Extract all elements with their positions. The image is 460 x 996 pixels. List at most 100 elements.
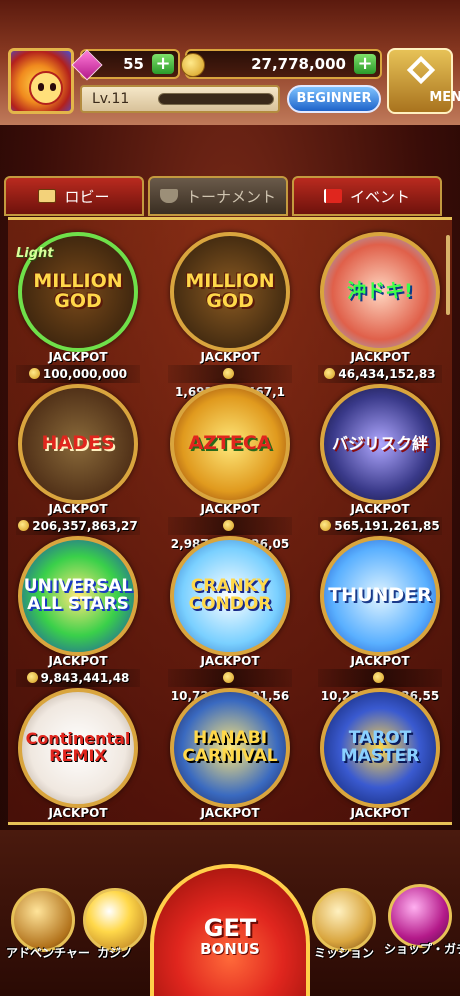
jackpot-label: JACKPOT (200, 350, 260, 364)
jackpot-label: JACKPOT (200, 502, 260, 516)
game-tile[interactable]: HANABI CARNIVAL JACKPOT (166, 688, 294, 822)
jackpot-value: 10,273,615,36,55 (318, 669, 442, 703)
game-title: TAROT MASTER (340, 728, 420, 766)
game-title: MILLION GOD (33, 270, 123, 312)
level-indicator: Lv.11 (80, 85, 280, 113)
game-icon[interactable]: TAROT MASTER (320, 688, 440, 808)
slot-machine-icon (38, 189, 57, 203)
nav-casino-label: カジノ (97, 946, 133, 960)
game-tile[interactable]: 沖ドキ! JACKPOT 46,434,152,83 (316, 232, 444, 383)
coin-icon (320, 520, 332, 531)
jackpot-value: 1,693,514,467,1 (168, 365, 292, 399)
game-tile[interactable]: バジリスク絆 JACKPOT 565,191,261,85 (316, 384, 444, 535)
gem-icon (71, 49, 103, 81)
game-tile[interactable]: HADES JACKPOT 206,357,863,27 (14, 384, 142, 535)
tab-lobby[interactable]: ロビー (4, 176, 144, 216)
jackpot-value: 46,434,152,83 (318, 365, 442, 383)
get-bonus-button[interactable]: GET BONUS (150, 864, 310, 996)
game-icon[interactable]: HANABI CARNIVAL (170, 688, 290, 808)
game-icon[interactable]: Continental REMIX (18, 688, 138, 808)
tab-tournament[interactable]: トーナメント (148, 176, 288, 216)
jackpot-value: 100,000,000 (16, 365, 140, 383)
game-icon[interactable]: CRANKY CONDOR (170, 536, 290, 656)
game-icon[interactable]: AZTECA (170, 384, 290, 504)
game-icon[interactable]: UNIVERSAL ALL STARS (18, 536, 138, 656)
scroll-icon (312, 888, 376, 952)
nav-casino[interactable]: カジノ (80, 888, 150, 961)
tab-event-label: イベント (349, 187, 410, 206)
jackpot-label: JACKPOT (350, 350, 410, 364)
game-icon[interactable]: THUNDER (320, 536, 440, 656)
coin-icon (373, 672, 384, 683)
rank-badge[interactable]: BEGINNER (287, 85, 381, 113)
jackpot-value: 10,727,679,01,56 (168, 669, 292, 703)
game-tile[interactable]: THUNDER JACKPOT 10,273,615,36,55 (316, 536, 444, 703)
jackpot-value: 565,191,261,85 (318, 517, 442, 535)
coin-icon (223, 520, 234, 531)
level-label: Lv.11 (92, 91, 130, 107)
flag-icon (323, 189, 342, 203)
bonus-label: BONUS (200, 940, 260, 958)
jackpot-label: JACKPOT (350, 806, 410, 820)
coin-icon (223, 368, 234, 379)
game-tile[interactable]: MILLION GOD JACKPOT 1,693,514,467,1 (166, 232, 294, 399)
grid-scrollbar[interactable] (446, 235, 450, 315)
game-tile[interactable]: AZTECA JACKPOT 2,987,430,626,05 (166, 384, 294, 551)
light-badge: Light (16, 246, 54, 261)
jackpot-label: JACKPOT (200, 806, 260, 820)
game-title: HANABI CARNIVAL (182, 728, 278, 766)
tab-tournament-label: トーナメント (185, 187, 276, 206)
bottom-navigation: アドベンチャー カジノ GET BONUS ミッション ショップ・ガチャ (0, 830, 460, 996)
jackpot-label: JACKPOT (48, 806, 108, 820)
coin-count: 27,778,000 (251, 55, 346, 73)
game-title: UNIVERSAL ALL STARS (23, 576, 133, 614)
tab-lobby-label: ロビー (64, 187, 110, 206)
game-icon[interactable]: HADES (18, 384, 138, 504)
menu-button[interactable]: MENU (387, 48, 460, 114)
game-tile[interactable]: Continental REMIX JACKPOT (14, 688, 142, 822)
lobby-tabs: ロビー トーナメント イベント (0, 170, 460, 220)
jackpot-value: 9,843,441,48 (16, 669, 140, 687)
jackpot-label: JACKPOT (48, 350, 108, 364)
gem-chest-icon (388, 884, 452, 948)
add-coins-button[interactable]: + (354, 54, 376, 74)
game-tile[interactable]: MILLION GOD Light JACKPOT 100,000,000 (14, 232, 142, 383)
coin-icon (28, 368, 40, 379)
add-gems-button[interactable]: + (152, 54, 174, 74)
trophy-icon (159, 189, 178, 203)
slot-machine-icon (83, 888, 147, 952)
gem-balance: 55 + (71, 49, 180, 81)
nav-adventure[interactable]: アドベンチャー (6, 888, 90, 961)
nav-shop-gacha[interactable]: ショップ・ガチャ (384, 884, 460, 957)
nav-adventure-label: アドベンチャー (6, 946, 90, 960)
game-title: バジリスク絆 (331, 433, 428, 453)
game-tile[interactable]: UNIVERSAL ALL STARS JACKPOT 9,843,441,48 (14, 536, 142, 687)
game-tile[interactable]: CRANKY CONDOR JACKPOT 10,727,679,01,56 (166, 536, 294, 703)
coin-icon (223, 672, 234, 683)
menu-diamond-icon (406, 55, 436, 85)
game-icon[interactable]: MILLION GOD (170, 232, 290, 352)
coin-icon (324, 368, 336, 379)
game-title: AZTECA (188, 432, 272, 455)
player-avatar[interactable] (8, 48, 74, 114)
game-title: CRANKY CONDOR (188, 576, 272, 614)
coin-icon (18, 520, 30, 531)
jackpot-label: JACKPOT (350, 502, 410, 516)
top-header: 55 + 27,778,000 + Lv.11 BEGINNER MENU (0, 0, 460, 125)
jackpot-label: JACKPOT (350, 654, 410, 668)
game-icon[interactable]: バジリスク絆 (320, 384, 440, 504)
jackpot-label: JACKPOT (200, 654, 260, 668)
nav-mission[interactable]: ミッション (308, 888, 380, 961)
jackpot-label: JACKPOT (48, 502, 108, 516)
game-title: 沖ドキ! (347, 280, 413, 303)
game-grid[interactable]: MILLION GOD Light JACKPOT 100,000,000 MI… (8, 217, 452, 825)
game-tile[interactable]: TAROT MASTER JACKPOT (316, 688, 444, 822)
coin-icon (181, 53, 205, 77)
game-title: THUNDER (328, 584, 432, 607)
game-icon[interactable]: 沖ドキ! (320, 232, 440, 352)
compass-icon (11, 888, 75, 952)
coin-balance: 27,778,000 + (181, 49, 382, 79)
lion-avatar-icon (29, 71, 63, 105)
tab-event[interactable]: イベント (292, 176, 442, 216)
get-label: GET (203, 914, 257, 942)
